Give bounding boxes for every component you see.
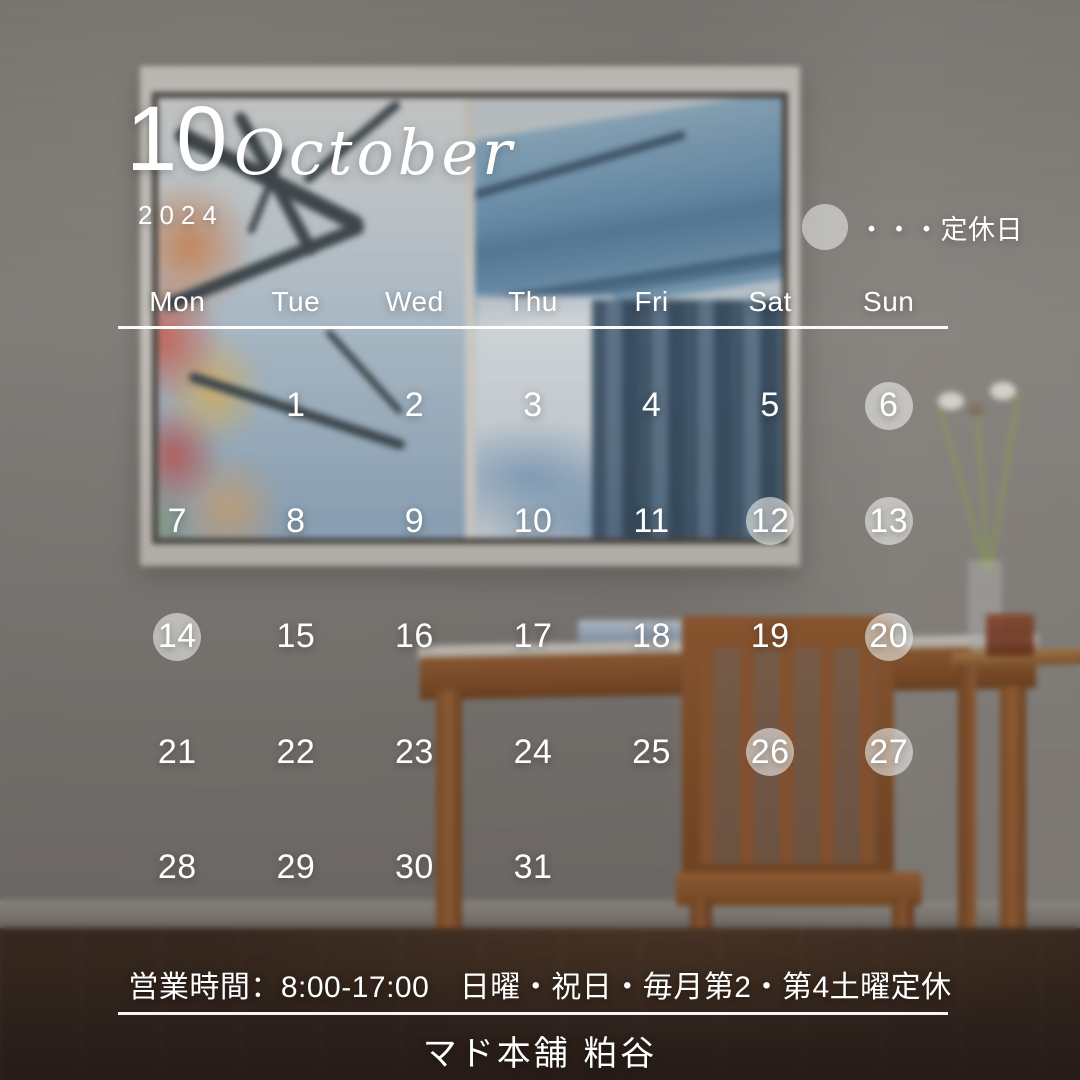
day-number: 29 [276, 848, 316, 887]
day-number: 20 [869, 617, 909, 656]
page-title-month-name: October [234, 116, 516, 189]
day-cell-3[interactable]: 3 [474, 348, 593, 464]
day-cell-25[interactable]: 25 [592, 695, 711, 811]
legend-label: ・・・定休日 [858, 214, 1023, 245]
day-number: 11 [633, 501, 670, 540]
day-number: 17 [513, 617, 553, 656]
day-cell-29[interactable]: 29 [237, 810, 356, 926]
day-number: 22 [276, 732, 316, 771]
day-number: 6 [878, 386, 899, 425]
day-cell-22[interactable]: 22 [237, 695, 356, 811]
day-cell-15[interactable]: 15 [237, 579, 356, 695]
day-number: 28 [157, 848, 197, 887]
day-number: 5 [760, 386, 780, 425]
day-cell-empty [829, 810, 948, 926]
day-cell-8[interactable]: 8 [237, 464, 356, 580]
day-cell-30[interactable]: 30 [355, 810, 474, 926]
calendar-poster: 10 October 2024 ・・・定休日 Mon Tue Wed Thu F… [0, 0, 1080, 1080]
day-cell-16[interactable]: 16 [355, 579, 474, 695]
calendar-overlay: 10 October 2024 ・・・定休日 Mon Tue Wed Thu F… [0, 0, 1080, 1080]
day-number: 10 [513, 501, 553, 540]
page-title-month-number: 10 [126, 88, 227, 190]
business-hours-text: 営業時間：8:00-17:00 日曜・祝日・毎月第2・第4土曜定休 [128, 971, 952, 1004]
day-number: 18 [632, 617, 671, 656]
day-cell-7[interactable]: 7 [118, 464, 237, 580]
day-cell-19[interactable]: 19 [711, 579, 830, 695]
header-divider [118, 326, 948, 329]
day-number: 19 [750, 617, 790, 656]
day-cell-27[interactable]: 27 [829, 695, 948, 811]
day-cell-6[interactable]: 6 [829, 348, 948, 464]
day-cell-18[interactable]: 18 [592, 579, 711, 695]
day-cell-12[interactable]: 12 [711, 464, 830, 580]
day-number: 27 [869, 732, 909, 771]
weekday-tue: Tue [271, 286, 321, 317]
day-number: 8 [286, 501, 306, 540]
day-number: 21 [157, 732, 197, 771]
day-cell-empty [118, 348, 237, 464]
day-number: 14 [157, 617, 197, 656]
weekday-mon: Mon [149, 286, 206, 317]
day-cell-26[interactable]: 26 [711, 695, 830, 811]
day-cell-2[interactable]: 2 [355, 348, 474, 464]
weekday-header-row: Mon Tue Wed Thu Fri Sat Sun [118, 286, 948, 318]
day-number: 7 [167, 501, 187, 540]
day-cell-5[interactable]: 5 [711, 348, 830, 464]
page-title-year: 2024 [138, 200, 224, 230]
day-number: 13 [869, 501, 909, 540]
weekday-thu: Thu [508, 286, 558, 317]
day-cell-13[interactable]: 13 [829, 464, 948, 580]
day-number: 23 [395, 732, 434, 771]
day-number: 9 [404, 501, 425, 540]
day-cell-21[interactable]: 21 [118, 695, 237, 811]
day-cell-31[interactable]: 31 [474, 810, 593, 926]
day-number: 1 [286, 386, 306, 425]
day-cell-14[interactable]: 14 [118, 579, 237, 695]
day-cell-11[interactable]: 11 [592, 464, 711, 580]
day-number: 12 [750, 501, 790, 540]
day-number: 3 [523, 386, 543, 425]
footer-divider [118, 1012, 948, 1015]
day-cell-4[interactable]: 4 [592, 348, 711, 464]
day-cell-24[interactable]: 24 [474, 695, 593, 811]
weekday-sun: Sun [863, 286, 915, 317]
weekday-wed: Wed [385, 286, 444, 317]
day-cell-9[interactable]: 9 [355, 464, 474, 580]
day-number: 30 [395, 848, 434, 887]
day-number: 2 [404, 386, 425, 425]
day-cell-empty [592, 810, 711, 926]
day-number: 4 [641, 386, 662, 425]
day-cell-28[interactable]: 28 [118, 810, 237, 926]
day-number: 24 [513, 732, 553, 771]
weekday-sat: Sat [748, 286, 792, 317]
day-cell-empty [711, 810, 830, 926]
shop-name: マド本舗 粕谷 [422, 1035, 658, 1073]
day-cell-20[interactable]: 20 [829, 579, 948, 695]
day-number: 31 [513, 848, 553, 887]
closed-day-circle-icon [802, 204, 848, 250]
day-number: 15 [276, 617, 316, 656]
day-number: 16 [395, 617, 434, 656]
weekday-fri: Fri [634, 286, 669, 317]
day-number: 25 [632, 732, 671, 771]
legend: ・・・定休日 [802, 204, 1023, 250]
calendar-grid: 1 2 3 4 5 6 7 8 9 10 11 12 13 14 15 16 17 18 19 20 21 22 23 24 2… [118, 348, 948, 926]
day-cell-23[interactable]: 23 [355, 695, 474, 811]
day-cell-10[interactable]: 10 [474, 464, 593, 580]
day-cell-17[interactable]: 17 [474, 579, 593, 695]
day-number: 26 [750, 732, 790, 771]
day-cell-1[interactable]: 1 [237, 348, 356, 464]
